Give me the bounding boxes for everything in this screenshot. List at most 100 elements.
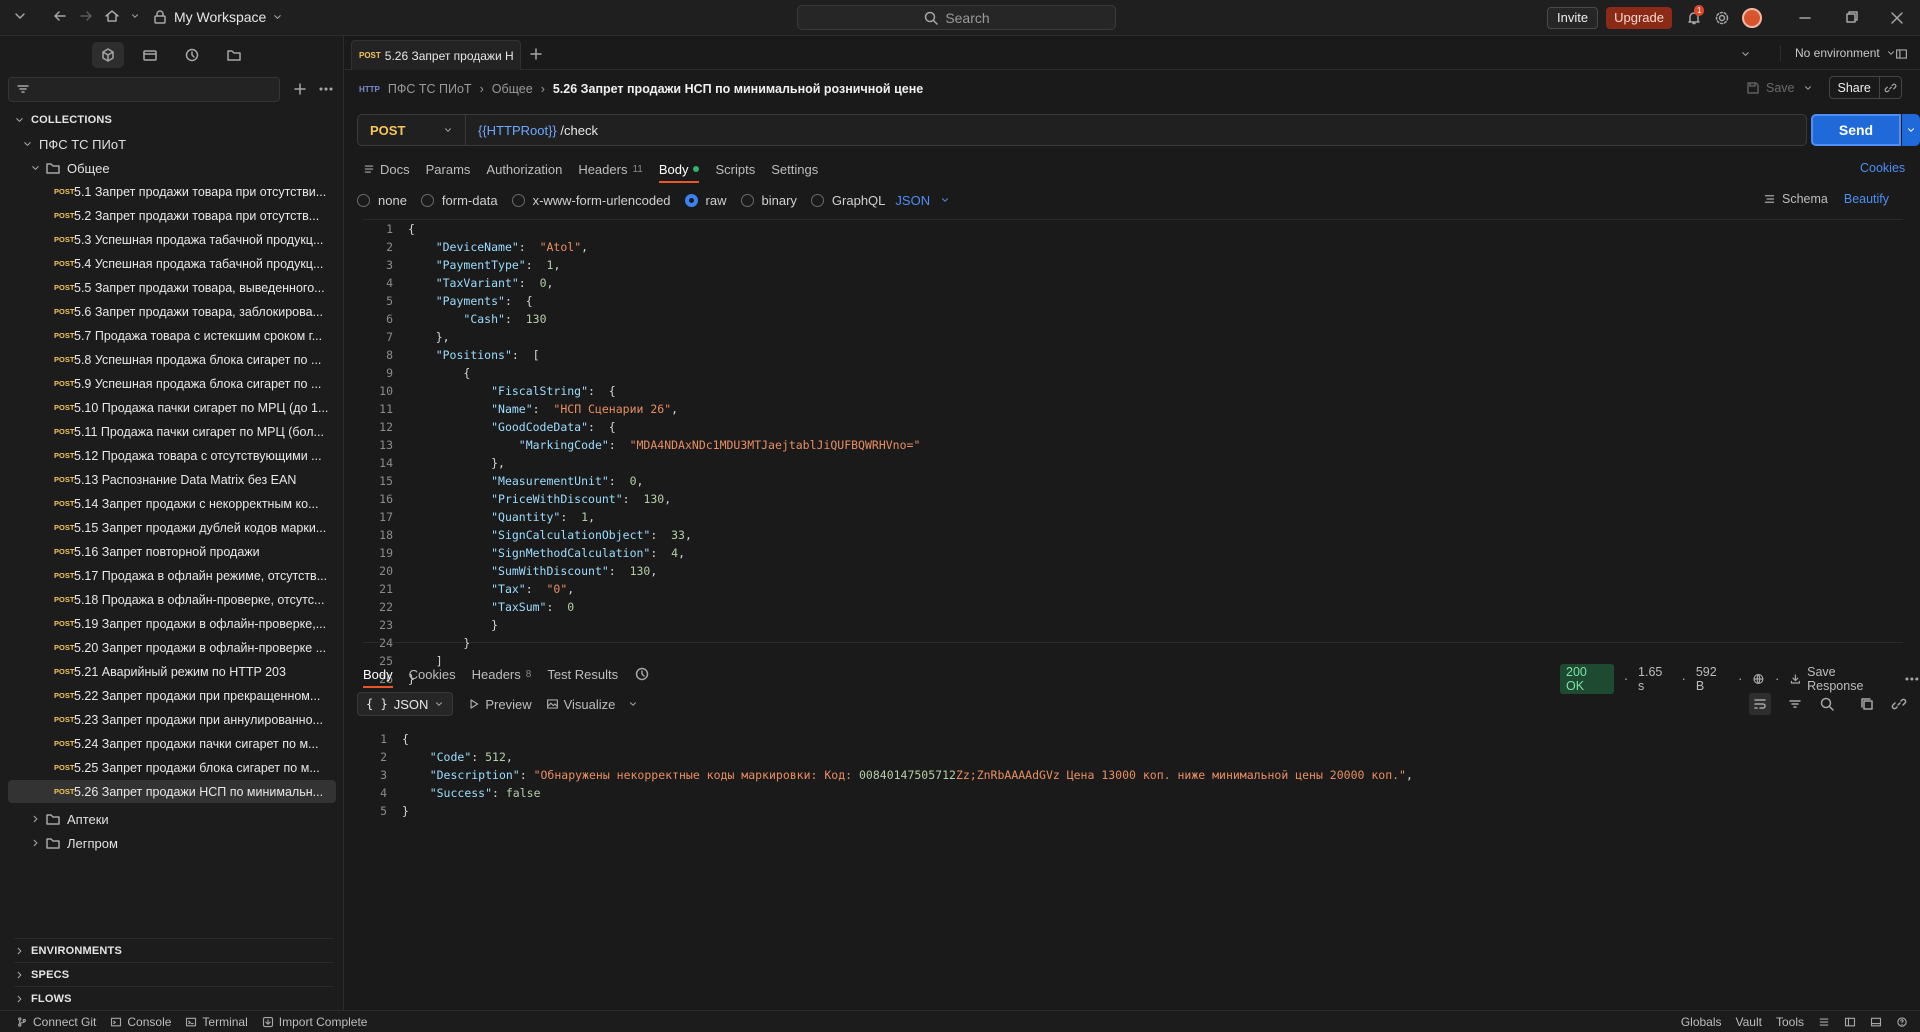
request-item[interactable]: POST 5.22 Запрет продажи при прекращенном… bbox=[8, 684, 336, 707]
request-item[interactable]: POST 5.25 Запрет продажи блока сигарет по… bbox=[8, 756, 336, 779]
close-icon[interactable] bbox=[1874, 0, 1920, 36]
folder-item-general[interactable]: Общее bbox=[30, 156, 110, 180]
request-item[interactable]: POST 5.11 Продажа пачки сигарет по МРЦ (б… bbox=[8, 420, 336, 443]
more-options-icon[interactable] bbox=[318, 81, 334, 97]
settings-gear-icon[interactable] bbox=[1714, 10, 1730, 26]
more-options-icon[interactable] bbox=[1904, 671, 1920, 687]
restore-icon[interactable] bbox=[1828, 0, 1874, 36]
request-item[interactable]: POST 5.17 Продажа в офлайн режиме, отсутс… bbox=[8, 564, 336, 587]
folder-item-legprom[interactable]: Легпром bbox=[30, 831, 118, 855]
radio-graphql[interactable]: GraphQL bbox=[810, 193, 885, 208]
tab-params[interactable]: Params bbox=[426, 156, 471, 182]
tabs-dropdown-icon[interactable] bbox=[1740, 46, 1751, 62]
settings-sliders-icon[interactable] bbox=[1818, 1014, 1830, 1030]
request-item[interactable]: POST 5.10 Продажа пачки сигарет по МРЦ (д… bbox=[8, 396, 336, 419]
request-item[interactable]: POST 5.23 Запрет продажи при аннулированн… bbox=[8, 708, 336, 731]
search-input[interactable]: Search bbox=[797, 5, 1116, 30]
request-item[interactable]: POST 5.19 Запрет продажи в офлайн-проверк… bbox=[8, 612, 336, 635]
save-response-button[interactable]: Save Response bbox=[1789, 665, 1894, 693]
environments-icon[interactable] bbox=[134, 42, 166, 68]
radio-raw[interactable]: raw bbox=[684, 193, 727, 208]
link-icon[interactable] bbox=[1878, 77, 1901, 98]
request-item[interactable]: POST 5.14 Запрет продажи с некорректным к… bbox=[8, 492, 336, 515]
resp-tab-cookies[interactable]: Cookies bbox=[409, 661, 456, 687]
home-icon[interactable] bbox=[104, 8, 120, 24]
add-icon[interactable] bbox=[292, 81, 308, 97]
visualize-button[interactable]: Visualize bbox=[546, 696, 639, 712]
minimize-icon[interactable] bbox=[1782, 0, 1828, 36]
request-item[interactable]: POST 5.3 Успешная продажа табачной продук… bbox=[8, 228, 336, 251]
cookies-link[interactable]: Cookies bbox=[1860, 161, 1905, 175]
request-item[interactable]: POST 5.4 Успешная продажа табачной продук… bbox=[8, 252, 336, 275]
request-item[interactable]: POST 5.20 Запрет продажи в офлайн-проверк… bbox=[8, 636, 336, 659]
tab-headers[interactable]: Headers 11 bbox=[578, 156, 643, 182]
filter-icon[interactable] bbox=[1787, 696, 1803, 712]
radio-urlencoded[interactable]: x-www-form-urlencoded bbox=[511, 193, 671, 208]
collections-header[interactable]: COLLECTIONS bbox=[14, 112, 112, 128]
response-time[interactable]: 1.65 s bbox=[1638, 665, 1672, 693]
notifications-icon[interactable]: 1 bbox=[1686, 5, 1705, 26]
upgrade-button[interactable]: Upgrade bbox=[1606, 7, 1672, 29]
response-size[interactable]: 592 B bbox=[1696, 665, 1728, 693]
wrap-lines-icon[interactable] bbox=[1749, 693, 1771, 715]
request-item[interactable]: POST 5.24 Запрет продажи пачки сигарет по… bbox=[8, 732, 336, 755]
new-tab-icon[interactable] bbox=[528, 46, 544, 62]
request-item[interactable]: POST 5.18 Продажа в офлайн-проверке, отсу… bbox=[8, 588, 336, 611]
import-status[interactable]: Import Complete bbox=[262, 1014, 367, 1030]
body-format-select[interactable]: JSON bbox=[895, 192, 950, 208]
search-icon[interactable] bbox=[1819, 696, 1835, 712]
layout-bottom-pane-icon[interactable] bbox=[1870, 1014, 1882, 1030]
request-item[interactable]: POST 5.5 Запрет продажи товара, выведенно… bbox=[8, 276, 336, 299]
request-body-editor[interactable]: 1 {2 "DeviceName": "Atol", 3 "PaymentType"… bbox=[363, 219, 1903, 686]
connect-git-button[interactable]: Connect Git bbox=[16, 1014, 96, 1030]
flows-section[interactable]: FLOWS bbox=[14, 986, 334, 1007]
help-icon[interactable] bbox=[1896, 1014, 1908, 1030]
specs-section[interactable]: SPECS bbox=[14, 962, 334, 983]
forward-arrow-icon[interactable] bbox=[78, 8, 94, 24]
response-body-viewer[interactable]: 1 {2 "Code": 512, 3 "Description": "Обнару… bbox=[357, 730, 1897, 850]
collection-item[interactable]: ПФС ТС ПИоТ bbox=[22, 132, 126, 156]
send-dropdown-icon[interactable] bbox=[1902, 114, 1920, 146]
url-input[interactable]: {{HTTPRoot}} /check bbox=[466, 123, 598, 138]
tools-button[interactable]: Tools bbox=[1776, 1015, 1804, 1029]
avatar[interactable] bbox=[1742, 8, 1762, 28]
invite-button[interactable]: Invite bbox=[1547, 7, 1599, 29]
request-item[interactable]: POST 5.1 Запрет продажи товара при отсутс… bbox=[8, 180, 336, 203]
globals-button[interactable]: Globals bbox=[1681, 1015, 1722, 1029]
radio-form-data[interactable]: form-data bbox=[420, 193, 498, 208]
history-icon[interactable] bbox=[176, 42, 208, 68]
terminal-button[interactable]: Terminal bbox=[185, 1014, 248, 1030]
beautify-button[interactable]: Beautify bbox=[1844, 192, 1889, 206]
preview-button[interactable]: Preview bbox=[467, 696, 532, 712]
folder-icon[interactable] bbox=[218, 42, 250, 68]
environment-select[interactable]: No environment bbox=[1780, 45, 1896, 61]
request-item[interactable]: POST 5.15 Запрет продажи дублей кодов мар… bbox=[8, 516, 336, 539]
collections-cube-icon[interactable] bbox=[92, 42, 124, 68]
environment-quick-look-icon[interactable] bbox=[1895, 46, 1908, 62]
request-item[interactable]: POST 5.21 Аварийный режим по HTTP 203 bbox=[8, 660, 336, 683]
radio-binary[interactable]: binary bbox=[740, 193, 797, 208]
resp-tab-test-results[interactable]: Test Results bbox=[547, 661, 618, 687]
response-format-select[interactable]: { } JSON bbox=[357, 692, 454, 716]
console-button[interactable]: Console bbox=[110, 1014, 171, 1030]
breadcrumb-collection[interactable]: ПФС ТС ПИоТ bbox=[388, 82, 472, 96]
vault-button[interactable]: Vault bbox=[1736, 1015, 1762, 1029]
history-icon[interactable] bbox=[634, 666, 650, 682]
breadcrumb-request-name[interactable]: 5.26 Запрет продажи НСП по минимальной р… bbox=[553, 82, 923, 96]
tab-settings[interactable]: Settings bbox=[771, 156, 818, 182]
environments-section[interactable]: ENVIRONMENTS bbox=[14, 938, 334, 959]
filter-input[interactable] bbox=[8, 76, 280, 102]
workspace-switcher[interactable]: My Workspace bbox=[152, 9, 283, 25]
back-arrow-icon[interactable] bbox=[52, 8, 68, 24]
status-badge[interactable]: 200 OK bbox=[1560, 664, 1614, 694]
share-button[interactable]: Share bbox=[1828, 76, 1902, 99]
copy-icon[interactable] bbox=[1859, 696, 1875, 712]
link-icon[interactable] bbox=[1891, 696, 1907, 712]
save-dropdown-icon[interactable] bbox=[1803, 80, 1813, 96]
schema-button[interactable]: Schema bbox=[1782, 192, 1828, 206]
folder-item-pharmacy[interactable]: Аптеки bbox=[30, 807, 109, 831]
send-button[interactable]: Send bbox=[1811, 114, 1901, 146]
globe-icon[interactable] bbox=[1752, 671, 1765, 687]
method-select[interactable]: POST bbox=[358, 115, 466, 145]
save-button[interactable]: Save bbox=[1745, 80, 1795, 96]
